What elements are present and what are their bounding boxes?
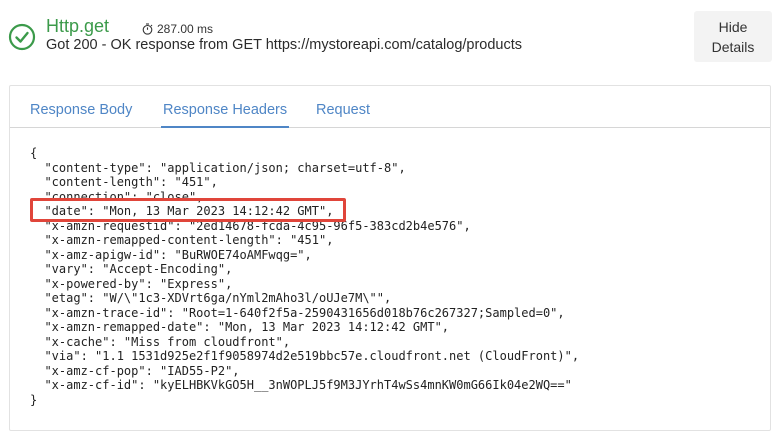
code-line: "vary": "Accept-Encoding", (30, 262, 233, 276)
details-panel: Response Body Response Headers Request {… (9, 85, 771, 431)
response-headers-json: { "content-type": "application/json; cha… (30, 146, 760, 407)
code-line: "via": "1.1 1531d925e2f1f9058974d2e519bb… (30, 349, 580, 363)
tab-response-headers[interactable]: Response Headers (161, 102, 290, 128)
code-line: "etag": "W/\"1c3-XDVrt6ga/nYml2mAho3l/oU… (30, 291, 392, 305)
code-line: "x-amzn-requestid": "2ed14678-fcda-4c95-… (30, 218, 471, 233)
duration-readout: 287.00 ms (142, 22, 213, 36)
code-line: "x-amzn-remapped-content-length": "451", (30, 233, 334, 247)
code-line: "date": "Mon, 13 Mar 2023 14:12:42 GMT", (30, 204, 334, 218)
code-line: "connection": "close", (30, 189, 204, 204)
code-line: "x-amz-apigw-id": "BuRWOE74oAMFwqg=", (30, 247, 312, 262)
code-line: "content-length": "451", (30, 175, 218, 189)
code-line: "content-type": "application/json; chars… (30, 160, 406, 175)
tab-bar: Response Body Response Headers Request (10, 86, 770, 128)
check-circle-icon (8, 23, 36, 51)
result-header: Http.get 287.00 ms Got 200 - OK response… (0, 0, 782, 84)
stopwatch-icon (142, 23, 153, 35)
code-line: "x-amzn-trace-id": "Root=1-640f2f5a-2590… (30, 305, 565, 320)
code-line: } (30, 392, 38, 407)
hide-details-button[interactable]: Hide Details (694, 11, 772, 62)
code-line: "x-amz-cf-id": "kyELHBKVkGO5H__3nWOPLJ5f… (30, 378, 572, 392)
code-line: "x-amz-cf-pop": "IAD55-P2", (30, 363, 240, 378)
tab-response-body[interactable]: Response Body (30, 102, 132, 128)
request-title: Http.get (46, 16, 110, 36)
code-line: "x-cache": "Miss from cloudfront", (30, 334, 291, 349)
code-line: { (30, 146, 38, 160)
tab-request[interactable]: Request (316, 102, 370, 128)
duration-value: 287.00 ms (157, 22, 214, 36)
code-line: "x-powered-by": "Express", (30, 276, 233, 291)
code-line: "x-amzn-remapped-date": "Mon, 13 Mar 202… (30, 320, 450, 334)
response-message: Got 200 - OK response from GET https://m… (46, 37, 523, 53)
